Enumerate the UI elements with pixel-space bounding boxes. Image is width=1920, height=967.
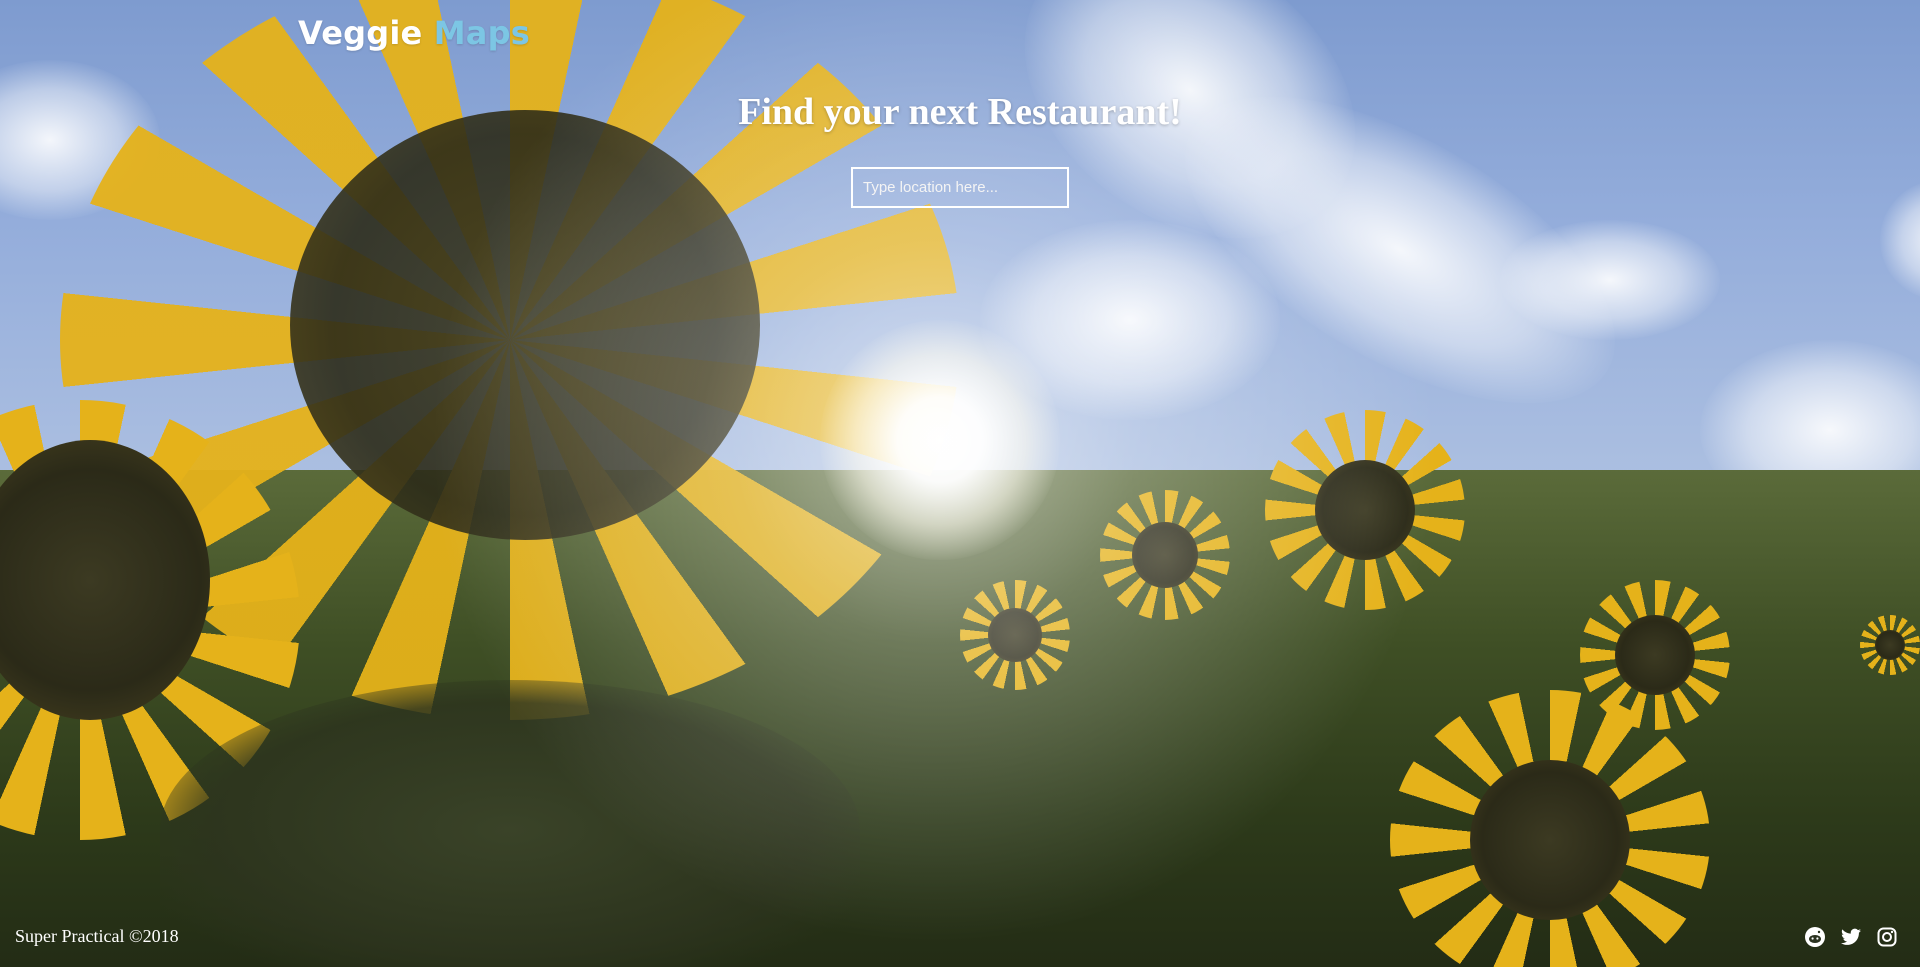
page-title: Find your next Restaurant!	[738, 91, 1182, 133]
footer-copyright: Super Practical ©2018	[15, 926, 179, 946]
twitter-icon[interactable]	[1840, 926, 1862, 948]
location-search-input[interactable]	[851, 167, 1069, 208]
sun-glare	[0, 0, 1920, 967]
brand-name-primary: Veggie	[298, 14, 423, 52]
reddit-icon[interactable]	[1804, 926, 1826, 948]
instagram-icon[interactable]	[1876, 926, 1898, 948]
background-photo	[0, 0, 1920, 967]
brand-logo[interactable]: Veggie Maps	[298, 14, 530, 52]
social-links	[1804, 926, 1898, 948]
brand-name-accent: Maps	[433, 14, 530, 52]
